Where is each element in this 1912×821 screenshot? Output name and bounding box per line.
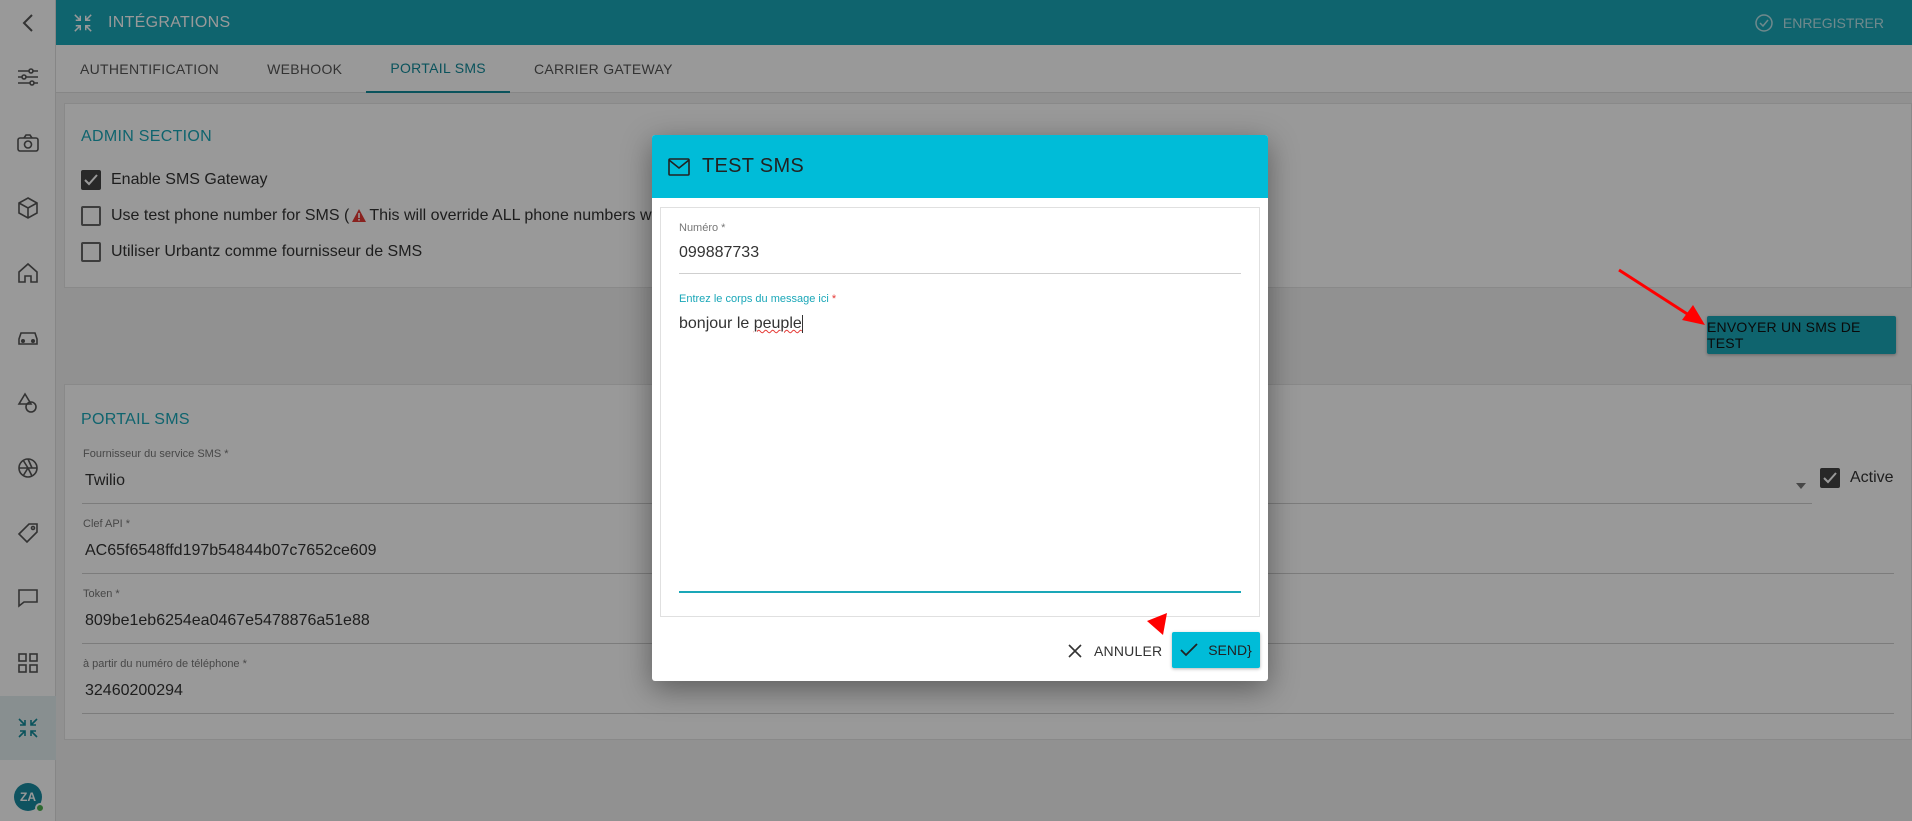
send-button-label: SEND}	[1208, 642, 1252, 658]
phone-number-field[interactable]: Numéro * 099887733	[679, 222, 1241, 274]
message-text: bonjour le	[679, 315, 754, 333]
dialog-body: Numéro * 099887733 Entrez le corps du me…	[660, 207, 1260, 617]
envelope-icon	[668, 156, 690, 178]
cancel-button[interactable]: ANNULER	[1062, 632, 1168, 670]
message-body-label: Entrez le corps du message ici *	[679, 293, 1241, 305]
cancel-button-label: ANNULER	[1094, 643, 1163, 659]
dialog-title: TEST SMS	[702, 155, 805, 177]
dialog-header: TEST SMS	[652, 135, 1268, 198]
message-body-textarea[interactable]: Entrez le corps du message ici * bonjour…	[679, 293, 1241, 593]
test-sms-dialog: TEST SMS Numéro * 099887733 Entrez le co…	[652, 135, 1268, 681]
check-icon	[1180, 643, 1198, 657]
phone-number-label: Numéro *	[679, 222, 726, 234]
dialog-footer: ANNULER SEND}	[652, 630, 1268, 681]
message-body-label-text: Entrez le corps du message ici	[679, 293, 829, 305]
phone-number-value: 099887733	[679, 244, 760, 261]
message-body-value: bonjour le peuple	[679, 315, 1241, 333]
close-icon	[1068, 644, 1082, 658]
text-cursor	[801, 315, 803, 333]
required-marker: *	[828, 293, 837, 305]
send-button[interactable]: SEND}	[1172, 632, 1260, 668]
misspelled-word: peuple	[753, 315, 802, 333]
